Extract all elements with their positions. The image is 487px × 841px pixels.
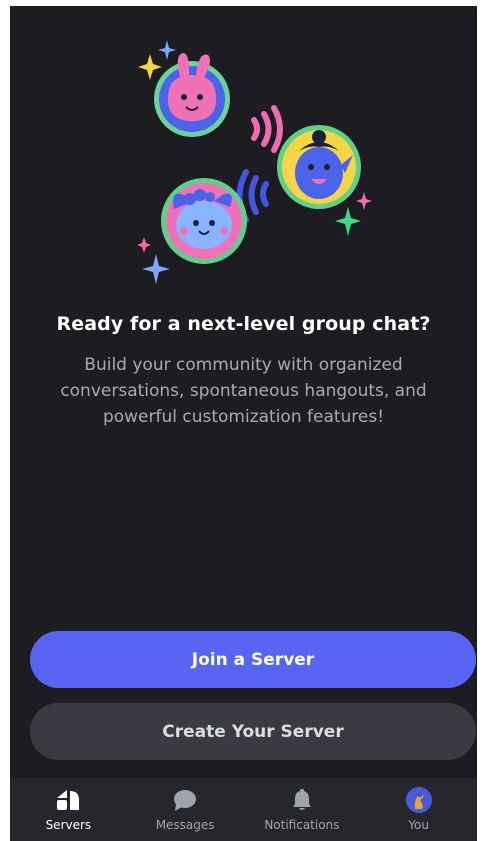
sparkle-blue-icon	[158, 40, 176, 60]
chat-bubble-icon	[171, 786, 199, 814]
avatar-genie	[277, 125, 361, 209]
sparkle-green-icon	[335, 207, 361, 236]
avatar-bunny	[154, 53, 230, 137]
tab-servers-label: Servers	[45, 818, 92, 832]
tab-messages-label: Messages	[155, 818, 215, 832]
bell-icon	[288, 786, 316, 814]
tab-you-label: You	[408, 818, 429, 832]
tab-notifications[interactable]: Notifications	[244, 778, 361, 841]
avatar-cat	[161, 178, 247, 264]
bottom-tab-bar: Servers Messages Notifications You	[10, 778, 477, 841]
sound-waves-top-icon	[251, 105, 283, 153]
avatar	[405, 786, 433, 814]
group-chat-illustration	[137, 40, 372, 284]
page-title: Ready for a next-level group chat?	[56, 313, 431, 335]
page-description: Build your community with organized conv…	[60, 355, 427, 427]
tab-messages[interactable]: Messages	[127, 778, 244, 841]
sparkle-blue-large-icon	[142, 254, 170, 284]
sparkle-pink-icon	[356, 192, 372, 210]
tab-notifications-label: Notifications	[264, 818, 340, 832]
tab-you[interactable]: You	[360, 778, 477, 841]
join-server-button[interactable]: Join a Server	[30, 631, 476, 688]
sparkle-yellow-icon	[138, 54, 162, 80]
create-server-button[interactable]: Create Your Server	[30, 703, 476, 760]
sparkle-pink-small-icon	[137, 237, 151, 253]
app-screen: Ready for a next-level group chat? Build…	[10, 6, 477, 841]
tab-servers[interactable]: Servers	[10, 778, 127, 841]
servers-icon	[54, 786, 82, 814]
